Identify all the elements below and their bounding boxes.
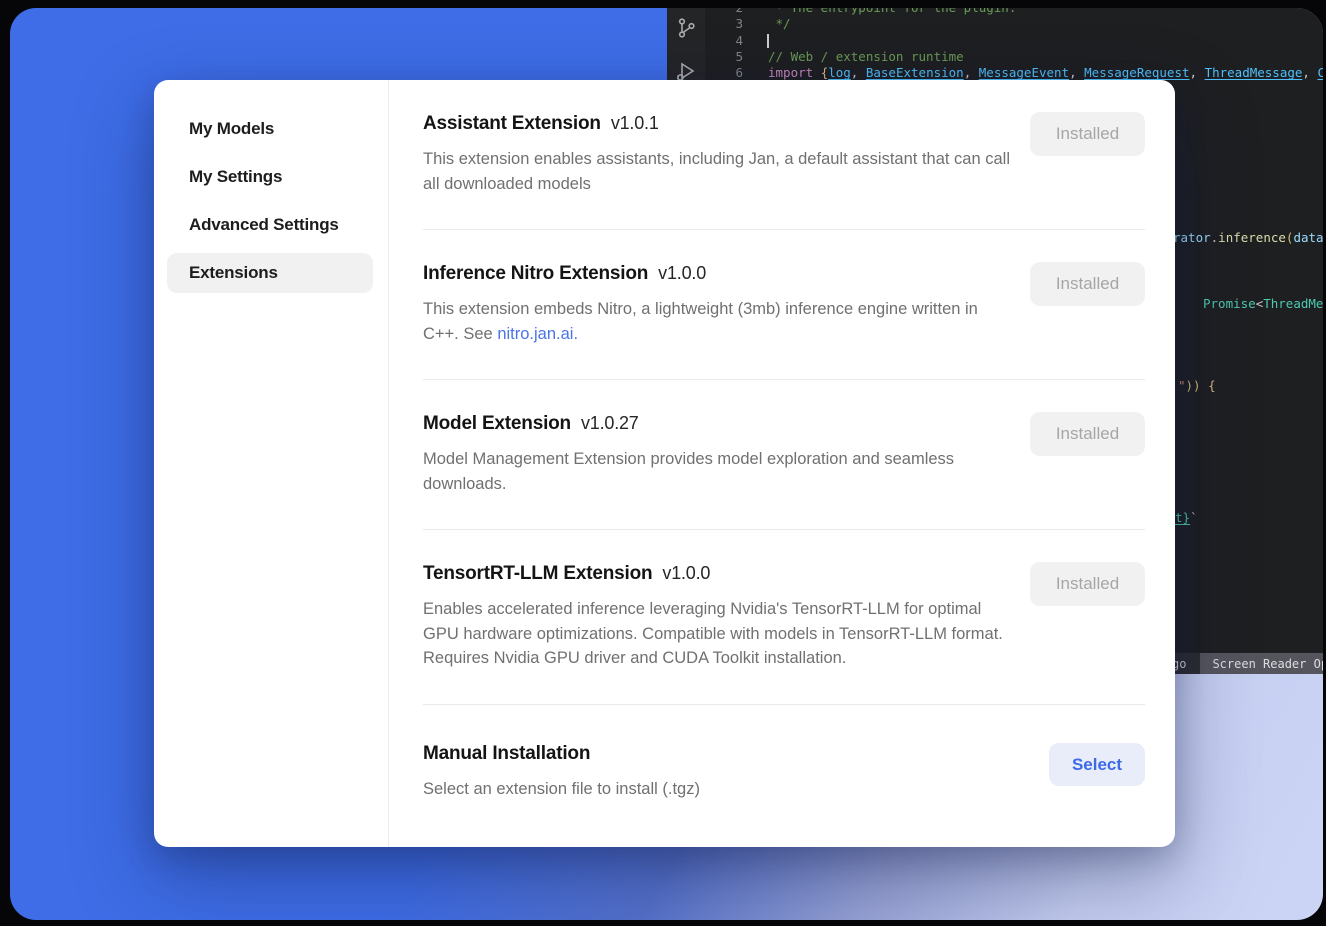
code-fragment: rator.inference(data)); <box>1173 230 1323 245</box>
line-number: 3 <box>705 16 745 32</box>
extension-version: v1.0.1 <box>611 113 659 133</box>
code-fragment: Promise<ThreadMessage> <box>1203 296 1323 311</box>
code-fragment: t}` <box>1175 510 1198 525</box>
extension-name: TensortRT-LLM Extension <box>423 563 652 584</box>
installed-button[interactable]: Installed <box>1030 112 1145 156</box>
extension-description: Model Management Extension provides mode… <box>423 447 1011 496</box>
manual-installation-description: Select an extension file to install (.tg… <box>423 777 700 802</box>
extension-row-tensorrt-llm: TensortRT-LLM Extension v1.0.0 Enables ac… <box>423 530 1145 705</box>
code-fragment: ")) { <box>1178 378 1216 393</box>
app-window: 2 3 4 5 6 * The entrypoint for the plugi… <box>10 8 1323 920</box>
installed-button[interactable]: Installed <box>1030 562 1145 606</box>
extension-row-assistant: Assistant Extension v1.0.1 This extension… <box>423 80 1145 230</box>
line-number: 4 <box>705 33 745 49</box>
code-line <box>768 33 1323 49</box>
sidebar-item-my-models[interactable]: My Models <box>167 109 373 149</box>
extension-name: Model Extension <box>423 413 571 434</box>
sidebar-item-extensions[interactable]: Extensions <box>167 253 373 293</box>
sidebar-item-advanced-settings[interactable]: Advanced Settings <box>167 205 373 245</box>
extension-name: Assistant Extension <box>423 113 601 134</box>
source-control-icon[interactable] <box>674 16 698 40</box>
extension-version: v1.0.0 <box>658 263 706 283</box>
extension-description: Enables accelerated inference leveraging… <box>423 597 1011 671</box>
extension-description: This extension embeds Nitro, a lightweig… <box>423 297 1011 346</box>
nitro-jan-ai-link[interactable]: nitro.jan.ai. <box>497 325 578 343</box>
extension-name: Inference Nitro Extension <box>423 263 648 284</box>
manual-installation-title: Manual Installation <box>423 743 590 764</box>
sidebar-item-my-settings[interactable]: My Settings <box>167 157 373 197</box>
extension-row-inference-nitro: Inference Nitro Extension v1.0.0 This ext… <box>423 230 1145 380</box>
code-line: // Web / extension runtime <box>768 49 1323 65</box>
settings-sidebar: My Models My Settings Advanced Settings … <box>154 80 389 847</box>
extension-description: This extension enables assistants, inclu… <box>423 147 1011 196</box>
extension-version: v1.0.27 <box>581 413 639 433</box>
settings-modal: My Models My Settings Advanced Settings … <box>154 80 1175 847</box>
installed-button[interactable]: Installed <box>1030 412 1145 456</box>
editor-caret <box>767 34 769 48</box>
extension-row-model: Model Extension v1.0.27 Model Management … <box>423 380 1145 530</box>
screen-reader-optimize-status[interactable]: Screen Reader Optimize <box>1200 653 1323 674</box>
extension-version: v1.0.0 <box>662 563 710 583</box>
code-line: */ <box>768 16 1323 32</box>
code-line: * The entrypoint for the plugin. <box>768 8 1323 16</box>
line-number: 2 <box>705 8 745 16</box>
extensions-panel: Assistant Extension v1.0.1 This extension… <box>389 80 1175 847</box>
select-file-button[interactable]: Select <box>1049 743 1145 786</box>
manual-installation-row: Manual Installation Select an extension … <box>423 705 1145 835</box>
installed-button[interactable]: Installed <box>1030 262 1145 306</box>
line-number: 5 <box>705 49 745 65</box>
